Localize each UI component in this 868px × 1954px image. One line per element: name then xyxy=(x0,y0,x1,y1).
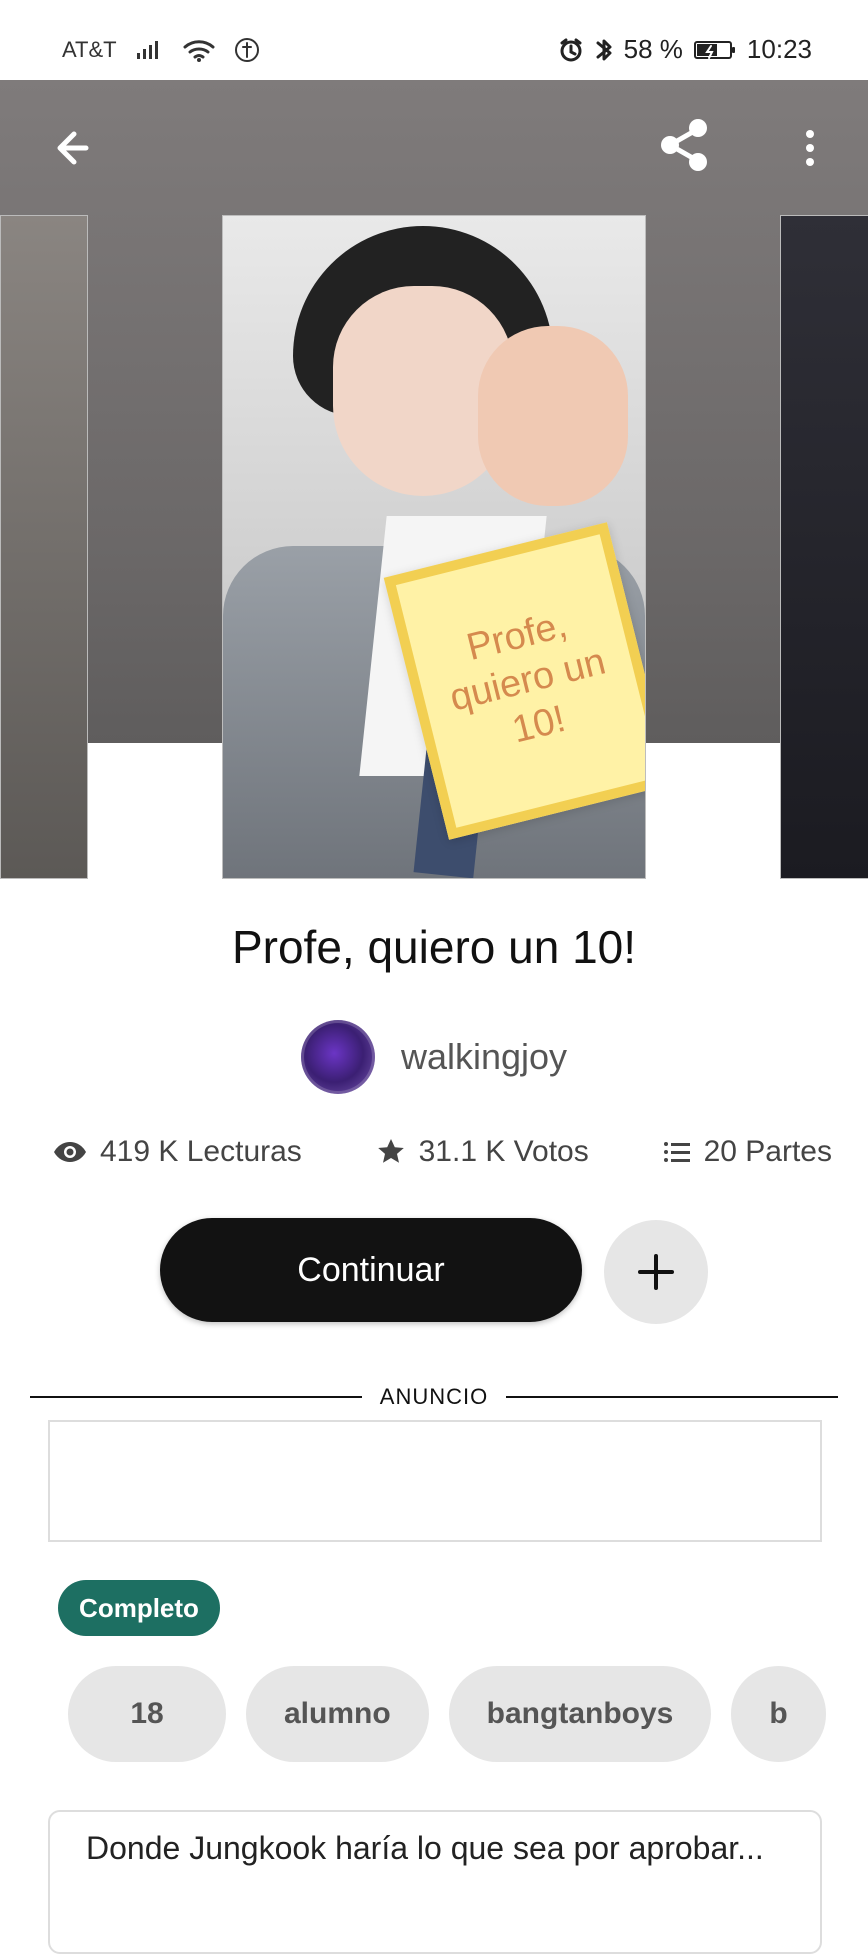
next-cover[interactable] xyxy=(780,215,868,879)
story-stats: 419 K Lecturas 31.1 K Votos 20 Partes xyxy=(52,1135,832,1169)
cover-hand-shape xyxy=(478,326,628,506)
carrier: AT&T xyxy=(62,37,117,62)
ad-label: ANUNCIO xyxy=(379,1384,489,1409)
vertical-dots-icon xyxy=(806,130,814,166)
alarm-icon xyxy=(558,37,584,63)
clock: 10:23 xyxy=(746,34,812,64)
story-status-badge: Completo xyxy=(58,1580,220,1636)
battery-percent: 58 % xyxy=(623,34,683,64)
votes-stat: 31.1 K Votos xyxy=(375,1135,589,1169)
list-icon xyxy=(663,1142,690,1162)
story-status-text: Completo xyxy=(79,1592,199,1623)
tag-chip[interactable]: alumno xyxy=(246,1666,429,1762)
plus-icon xyxy=(638,1254,674,1290)
reads-count: 419 K Lecturas xyxy=(100,1135,302,1168)
status-left: AT&T xyxy=(62,36,261,64)
parts-count: 20 Partes xyxy=(703,1135,832,1168)
reads-stat: 419 K Lecturas xyxy=(52,1135,302,1169)
tag-chip[interactable]: b xyxy=(731,1666,826,1762)
tag-chip[interactable]: 18 xyxy=(68,1666,226,1762)
status-right: 58 % 10:23 xyxy=(558,34,812,65)
story-title: Profe, quiero un 10! xyxy=(231,921,637,973)
previous-cover[interactable] xyxy=(0,215,88,879)
data-saver-icon xyxy=(233,36,261,64)
ad-divider-left xyxy=(30,1396,362,1398)
star-icon xyxy=(377,1139,404,1163)
author-row[interactable]: walkingjoy xyxy=(0,1020,868,1094)
author-avatar[interactable] xyxy=(300,1020,375,1094)
battery-icon xyxy=(693,38,737,62)
share-button[interactable] xyxy=(652,112,718,178)
eye-icon xyxy=(54,1142,86,1162)
add-to-library-button[interactable] xyxy=(604,1220,708,1324)
bluetooth-icon xyxy=(594,35,614,65)
back-button[interactable] xyxy=(40,120,96,176)
tag-label: 18 xyxy=(130,1697,164,1730)
share-icon xyxy=(661,119,707,171)
tag-label: alumno xyxy=(284,1697,391,1730)
cover-note-text: Profe, quiero un 10! xyxy=(445,603,610,752)
tag-label: bangtanboys xyxy=(486,1697,674,1730)
description-preview: Donde Jungkook haría lo que sea por apro… xyxy=(86,1830,764,1866)
tag-list: 18 alumno bangtanboys b xyxy=(68,1666,828,1762)
author-name[interactable]: walkingjoy xyxy=(401,1036,567,1078)
tag-label: b xyxy=(769,1697,788,1730)
more-options-button[interactable] xyxy=(792,120,828,176)
continue-label: Continuar xyxy=(297,1250,445,1289)
wifi-icon xyxy=(183,38,215,62)
ad-slot[interactable] xyxy=(48,1420,822,1542)
signal-icon xyxy=(135,39,165,61)
votes-count: 31.1 K Votos xyxy=(418,1135,589,1168)
arrow-left-icon xyxy=(57,131,89,165)
tag-chip[interactable]: bangtanboys xyxy=(448,1666,712,1762)
parts-stat: 20 Partes xyxy=(662,1135,832,1169)
ad-divider-right xyxy=(506,1396,838,1398)
continue-button[interactable]: Continuar xyxy=(160,1218,582,1322)
story-cover[interactable]: Profe, quiero un 10! xyxy=(222,215,646,879)
